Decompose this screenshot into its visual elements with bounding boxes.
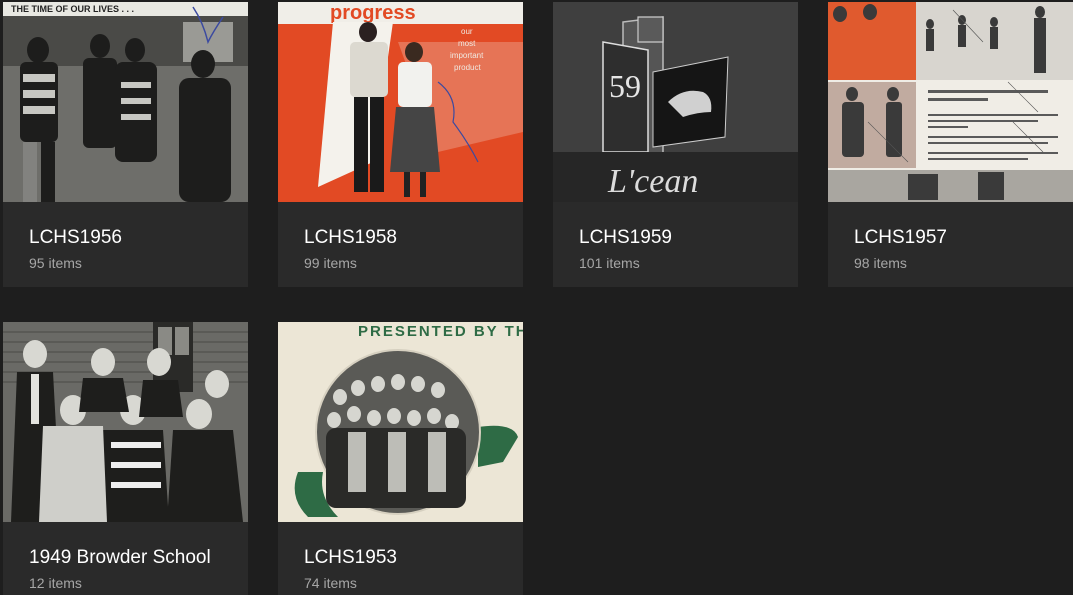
album-meta: LCHS1956 95 items — [3, 202, 248, 287]
svg-text:most: most — [458, 39, 476, 48]
album-item-count: 12 items — [29, 575, 82, 591]
album-title: LCHS1953 — [304, 547, 397, 568]
album-cover-image — [3, 322, 248, 522]
album-meta: LCHS1959 101 items — [553, 202, 798, 287]
svg-text:progress: progress — [330, 2, 416, 24]
album-meta: LCHS1958 99 items — [278, 202, 523, 287]
album-cover-image: THE TIME OF OUR LIVES . . . — [3, 2, 248, 202]
album-title: 1949 Browder School — [29, 547, 211, 568]
album-meta: 1949 Browder School 12 items — [3, 522, 248, 595]
album-item-count: 101 items — [579, 255, 640, 271]
album-item-count: 99 items — [304, 255, 357, 271]
album-item-count: 74 items — [304, 575, 357, 591]
album-card-lchs1958[interactable]: progress our most important product LCHS… — [278, 2, 523, 287]
album-title: LCHS1959 — [579, 227, 672, 248]
svg-text:important: important — [450, 51, 484, 60]
album-title: LCHS1957 — [854, 227, 947, 248]
album-card-lchs1957[interactable]: LCHS1957 98 items — [828, 2, 1073, 287]
album-card-lchs1959[interactable]: 59 L'cean LCHS1959 101 items — [553, 2, 798, 287]
album-meta: LCHS1957 98 items — [828, 202, 1073, 287]
album-meta: LCHS1953 74 items — [278, 522, 523, 595]
svg-text:PRESENTED BY THE: PRESENTED BY THE — [358, 323, 523, 340]
svg-text:L'cean: L'cean — [607, 163, 698, 200]
album-cover-image: 59 L'cean — [553, 2, 798, 202]
album-item-count: 98 items — [854, 255, 907, 271]
album-card-lchs1956[interactable]: THE TIME OF OUR LIVES . . . LCHS1956 95 … — [3, 2, 248, 287]
svg-text:product: product — [454, 63, 481, 72]
svg-text:THE TIME OF OUR LIVES . . .: THE TIME OF OUR LIVES . . . — [11, 4, 134, 14]
album-item-count: 95 items — [29, 255, 82, 271]
album-card-lchs1953[interactable]: PRESENTED BY THE LCHS1953 74 items — [278, 322, 523, 595]
album-title: LCHS1958 — [304, 227, 397, 248]
album-title: LCHS1956 — [29, 227, 122, 248]
album-cover-image: progress our most important product — [278, 2, 523, 202]
album-cover-image — [828, 2, 1073, 202]
album-card-1949-browder-school[interactable]: 1949 Browder School 12 items — [3, 322, 248, 595]
svg-text:59: 59 — [609, 68, 641, 104]
svg-text:our: our — [461, 27, 473, 36]
album-cover-image: PRESENTED BY THE — [278, 322, 523, 522]
